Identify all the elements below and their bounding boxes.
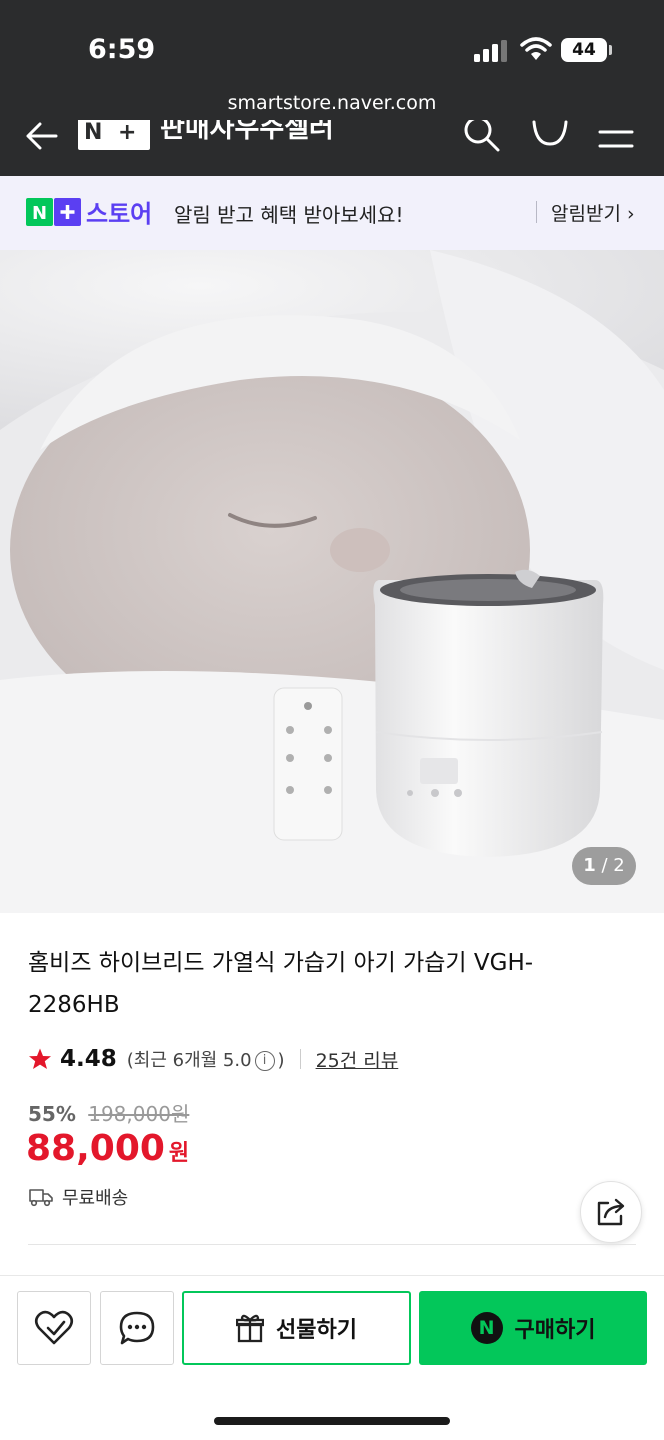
- product-title: 홈비즈 하이브리드 가열식 가습기 아기 가습기 VGH-2286HB: [28, 950, 534, 1018]
- url-bar[interactable]: smartstore.naver.com: [0, 92, 664, 114]
- store-name[interactable]: 판매자우주셀러: [160, 120, 334, 145]
- menu-icon[interactable]: [598, 120, 634, 150]
- promo-store-label: 스토어: [86, 200, 153, 228]
- truck-icon: [29, 1189, 53, 1207]
- section-divider: [28, 1244, 636, 1245]
- rating-divider: [299, 1049, 301, 1069]
- discount-rate: 55%: [28, 1102, 76, 1126]
- rating-row: 4.48 (최근 6개월 5.0 i) 25건 리뷰: [28, 1042, 398, 1076]
- product-image-gallery[interactable]: [0, 250, 664, 913]
- buy-button[interactable]: N 구매하기: [419, 1291, 647, 1365]
- talk-button[interactable]: [100, 1291, 174, 1365]
- search-icon[interactable]: [462, 120, 502, 154]
- svg-text:N: N: [32, 203, 47, 224]
- store-nav: N + 판매자우주셀러: [0, 120, 664, 160]
- product-photo: [0, 250, 664, 913]
- reviews-link[interactable]: 25건 리뷰: [316, 1046, 399, 1073]
- home-indicator[interactable]: [214, 1417, 450, 1425]
- battery-indicator: 44: [561, 38, 607, 62]
- chat-bubble-icon: [119, 1311, 155, 1345]
- sale-price: 88,000 원: [26, 1128, 190, 1169]
- wifi-icon: [520, 37, 552, 60]
- naver-plus-logo[interactable]: N +: [78, 120, 150, 150]
- star-icon: [29, 1048, 51, 1069]
- promo-message: 알림 받고 혜택 받아보세요!: [174, 203, 404, 227]
- rating-score: 4.48: [60, 1046, 117, 1072]
- share-button[interactable]: [580, 1181, 642, 1243]
- signal-icon: [474, 40, 507, 62]
- battery-cap: [609, 45, 612, 55]
- back-arrow-icon[interactable]: [24, 120, 58, 150]
- notification-subscribe-button[interactable]: 알림받기 ›: [551, 199, 635, 226]
- gift-icon: [236, 1314, 265, 1343]
- heart-icon: [34, 1310, 74, 1345]
- naver-pay-icon: N: [470, 1312, 503, 1344]
- gift-button[interactable]: 선물하기: [182, 1291, 411, 1365]
- like-button[interactable]: [17, 1291, 91, 1365]
- original-price: 198,000원: [88, 1102, 190, 1126]
- promo-divider: [536, 201, 537, 223]
- info-icon[interactable]: i: [254, 1051, 275, 1071]
- notification-promo-banner[interactable]: N 스토어 알림 받고 혜택 받아보세요! 알림받기 ›: [0, 176, 664, 250]
- shipping-info: 무료배송: [28, 1184, 128, 1210]
- discount-row: 55% 198,000원: [28, 1098, 189, 1127]
- naver-plus-store-logo: N: [26, 198, 81, 226]
- buy-button-label: 구매하기: [514, 1318, 596, 1343]
- share-icon: [597, 1198, 625, 1226]
- cart-icon[interactable]: [530, 120, 570, 154]
- gift-button-label: 선물하기: [276, 1318, 357, 1343]
- status-time: 6:59: [88, 34, 156, 65]
- gallery-page-counter: 1 / 2: [572, 847, 636, 885]
- recent-rating: (최근 6개월 5.0 i): [126, 1050, 285, 1071]
